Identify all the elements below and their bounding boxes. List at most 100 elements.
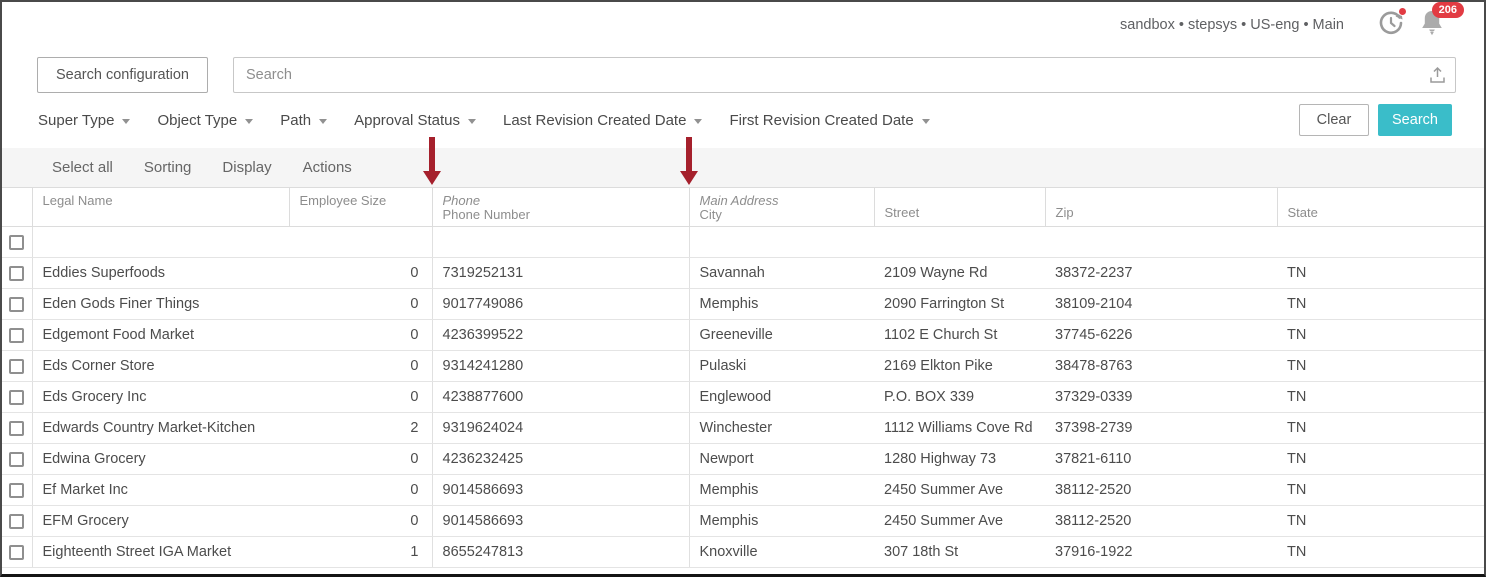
cell-employee-size: 0 (289, 382, 432, 413)
filter-label: Approval Status (354, 112, 460, 129)
sorting-button[interactable]: Sorting (144, 159, 192, 176)
cell-zip: 38109-2104 (1045, 289, 1277, 320)
cell-legal-name: Eds Corner Store (32, 351, 289, 382)
upload-icon[interactable] (1429, 66, 1446, 84)
cell-street: 1280 Highway 73 (874, 444, 1045, 475)
row-checkbox[interactable] (9, 328, 24, 343)
cell-city: Winchester (689, 413, 874, 444)
display-button[interactable]: Display (222, 159, 271, 176)
cell-city: Englewood (689, 382, 874, 413)
cell-legal-name: Edgemont Food Market (32, 320, 289, 351)
actions-button[interactable]: Actions (303, 159, 352, 176)
cell-street: 307 18th St (874, 537, 1045, 568)
cell-state: TN (1277, 475, 1484, 506)
filter-object-type[interactable]: Object Type (157, 112, 253, 129)
search-configuration-button[interactable]: Search configuration (37, 57, 208, 93)
column-header-state[interactable]: State (1277, 188, 1484, 227)
column-group-label: Phone (443, 194, 679, 208)
cell-legal-name: Edwards Country Market-Kitchen (32, 413, 289, 444)
cell-street: 1102 E Church St (874, 320, 1045, 351)
cell-city: Pulaski (689, 351, 874, 382)
table-row: Eden Gods Finer Things09017749086Memphis… (2, 289, 1484, 320)
cell-city: Memphis (689, 475, 874, 506)
filter-path[interactable]: Path (280, 112, 327, 129)
chevron-down-icon (319, 119, 327, 124)
filter-last-revision-created-date[interactable]: Last Revision Created Date (503, 112, 702, 129)
cell-street: 2090 Farrington St (874, 289, 1045, 320)
column-header-zip[interactable]: Zip (1045, 188, 1277, 227)
cell-state: TN (1277, 382, 1484, 413)
cell-state: TN (1277, 506, 1484, 537)
cell-phone: 9319624024 (432, 413, 689, 444)
topbar: sandbox • stepsys • US-eng • Main 206 (2, 2, 1484, 48)
row-checkbox[interactable] (9, 514, 24, 529)
row-checkbox[interactable] (9, 359, 24, 374)
row-checkbox[interactable] (9, 483, 24, 498)
column-header-legal-name[interactable]: Legal Name (32, 188, 289, 227)
column-header-phone-number[interactable]: Phone Phone Number (432, 188, 689, 227)
cell-city: Newport (689, 444, 874, 475)
results-table: Legal Name Employee Size Phone Phone Num… (2, 187, 1484, 568)
column-header-employee-size[interactable]: Employee Size (289, 188, 432, 227)
column-header-street[interactable]: Street (874, 188, 1045, 227)
cell-legal-name: Eddies Superfoods (32, 258, 289, 289)
row-checkbox[interactable] (9, 545, 24, 560)
filter-super-type[interactable]: Super Type (38, 112, 130, 129)
cell-phone: 7319252131 (432, 258, 689, 289)
cell-zip: 38372-2237 (1045, 258, 1277, 289)
filter-label: First Revision Created Date (729, 112, 913, 129)
cell-state: TN (1277, 320, 1484, 351)
filter-label: Super Type (38, 112, 114, 129)
cell-phone: 9017749086 (432, 289, 689, 320)
table-row: Ef Market Inc09014586693Memphis2450 Summ… (2, 475, 1484, 506)
cell-zip: 38112-2520 (1045, 475, 1277, 506)
cell-city: Knoxville (689, 537, 874, 568)
chevron-down-icon (694, 119, 702, 124)
notifications-bell[interactable]: 206 (1420, 9, 1444, 41)
filter-approval-status[interactable]: Approval Status (354, 112, 476, 129)
column-header-city[interactable]: Main Address City (689, 188, 874, 227)
cell-zip: 38478-8763 (1045, 351, 1277, 382)
row-checkbox[interactable] (9, 452, 24, 467)
header-checkbox-column (2, 188, 32, 227)
cell-legal-name: EFM Grocery (32, 506, 289, 537)
clear-button[interactable]: Clear (1299, 104, 1369, 136)
row-checkbox[interactable] (9, 266, 24, 281)
cell-city: Memphis (689, 506, 874, 537)
select-all-checkbox[interactable] (9, 235, 24, 250)
cell-zip: 37745-6226 (1045, 320, 1277, 351)
search-input[interactable] (234, 58, 1455, 92)
column-label: State (1288, 206, 1475, 220)
cell-legal-name: Ef Market Inc (32, 475, 289, 506)
cell-phone: 9314241280 (432, 351, 689, 382)
cell-employee-size: 0 (289, 320, 432, 351)
row-checkbox[interactable] (9, 390, 24, 405)
history-icon[interactable] (1378, 10, 1404, 41)
column-label: City (700, 208, 864, 222)
table-row: Eds Grocery Inc04238877600EnglewoodP.O. … (2, 382, 1484, 413)
cell-street: 2169 Elkton Pike (874, 351, 1045, 382)
column-label: Employee Size (300, 194, 422, 208)
cell-employee-size: 2 (289, 413, 432, 444)
cell-employee-size: 0 (289, 444, 432, 475)
breadcrumb: sandbox • stepsys • US-eng • Main (1120, 17, 1344, 33)
cell-state: TN (1277, 289, 1484, 320)
cell-zip: 38112-2520 (1045, 506, 1277, 537)
filter-label: Last Revision Created Date (503, 112, 686, 129)
chevron-down-icon (122, 119, 130, 124)
column-label: Zip (1056, 206, 1267, 220)
row-checkbox[interactable] (9, 297, 24, 312)
cell-state: TN (1277, 444, 1484, 475)
cell-city: Savannah (689, 258, 874, 289)
search-button[interactable]: Search (1378, 104, 1452, 136)
table-row: Eighteenth Street IGA Market18655247813K… (2, 537, 1484, 568)
filter-first-revision-created-date[interactable]: First Revision Created Date (729, 112, 929, 129)
table-header-row: Legal Name Employee Size Phone Phone Num… (2, 188, 1484, 227)
table-row: Eddies Superfoods07319252131Savannah2109… (2, 258, 1484, 289)
filter-row: Super Type Object Type Path Approval Sta… (38, 103, 1484, 137)
cell-legal-name: Eighteenth Street IGA Market (32, 537, 289, 568)
select-all-button[interactable]: Select all (52, 159, 113, 176)
search-row: Search configuration (37, 57, 1456, 93)
filter-label: Path (280, 112, 311, 129)
row-checkbox[interactable] (9, 421, 24, 436)
